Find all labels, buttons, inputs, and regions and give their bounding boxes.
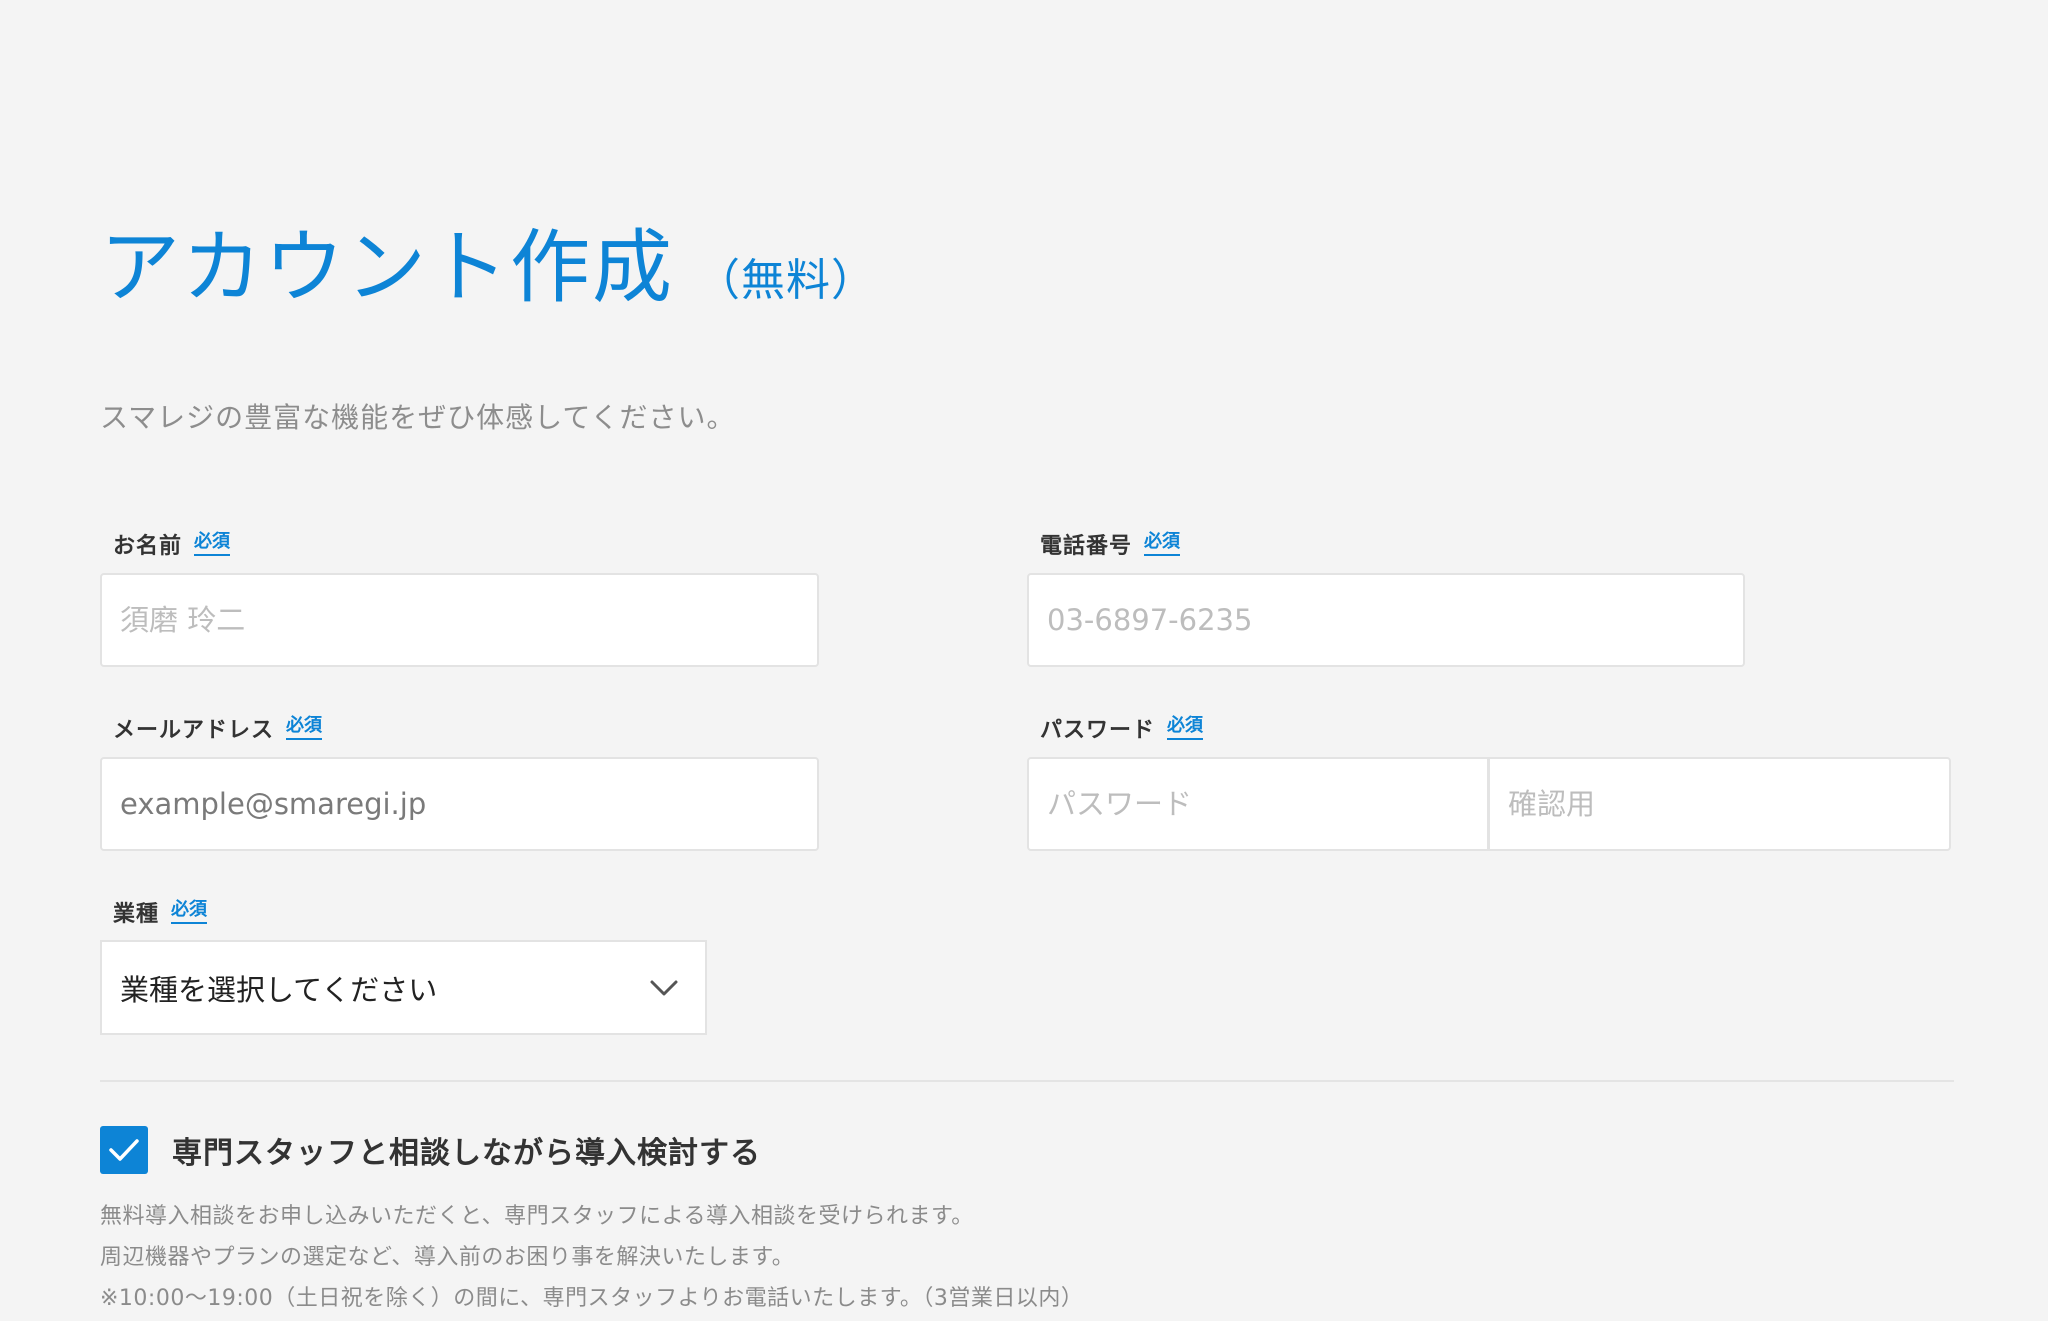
phone-input[interactable] — [1027, 573, 1745, 667]
email-label-text: メールアドレス — [113, 718, 275, 743]
email-required-badge: 必須 — [286, 715, 323, 741]
page-subtitle: スマレジの豊富な機能をぜひ体感してください。 — [100, 401, 736, 434]
name-label-text: お名前 — [113, 534, 183, 559]
page-title-suffix: （無料） — [696, 255, 876, 306]
consultation-note-2: 周辺機器やプランの選定など、導入前のお困り事を解決いたします。 — [100, 1245, 795, 1270]
checkmark-icon — [109, 1139, 139, 1161]
name-label: お名前 必須 — [113, 528, 231, 560]
industry-label-text: 業種 — [113, 902, 160, 927]
email-input[interactable] — [100, 757, 819, 851]
consultation-note-1: 無料導入相談をお申し込みいただくと、専門スタッフによる導入相談を受けられます。 — [100, 1204, 974, 1229]
phone-label: 電話番号 必須 — [1040, 528, 1181, 560]
password-input[interactable] — [1027, 757, 1489, 851]
phone-required-badge: 必須 — [1144, 531, 1181, 557]
password-label: パスワード 必須 — [1040, 712, 1204, 744]
consultation-checkbox-label[interactable]: 専門スタッフと相談しながら導入検討する — [172, 1128, 761, 1172]
page-title: アカウント作成 （無料） — [100, 228, 876, 308]
email-label: メールアドレス 必須 — [113, 712, 323, 744]
name-input[interactable] — [100, 573, 819, 667]
page-title-main: アカウント作成 — [100, 221, 674, 314]
password-label-text: パスワード — [1040, 718, 1156, 743]
industry-required-badge: 必須 — [171, 899, 208, 925]
industry-select-value: 業種を選択してください — [120, 972, 438, 1007]
name-required-badge: 必須 — [194, 531, 231, 557]
password-confirm-input[interactable] — [1488, 757, 1951, 851]
consultation-checkbox[interactable] — [100, 1126, 148, 1174]
consultation-note-3: ※10:00〜19:00（土日祝を除く）の間に、専門スタッフよりお電話いたします… — [100, 1286, 1084, 1311]
industry-select[interactable]: 業種を選択してください — [100, 940, 707, 1035]
phone-label-text: 電話番号 — [1040, 534, 1133, 559]
section-divider — [100, 1080, 1954, 1082]
industry-label: 業種 必須 — [113, 896, 208, 928]
chevron-down-icon — [647, 971, 681, 1005]
password-required-badge: 必須 — [1167, 715, 1204, 741]
